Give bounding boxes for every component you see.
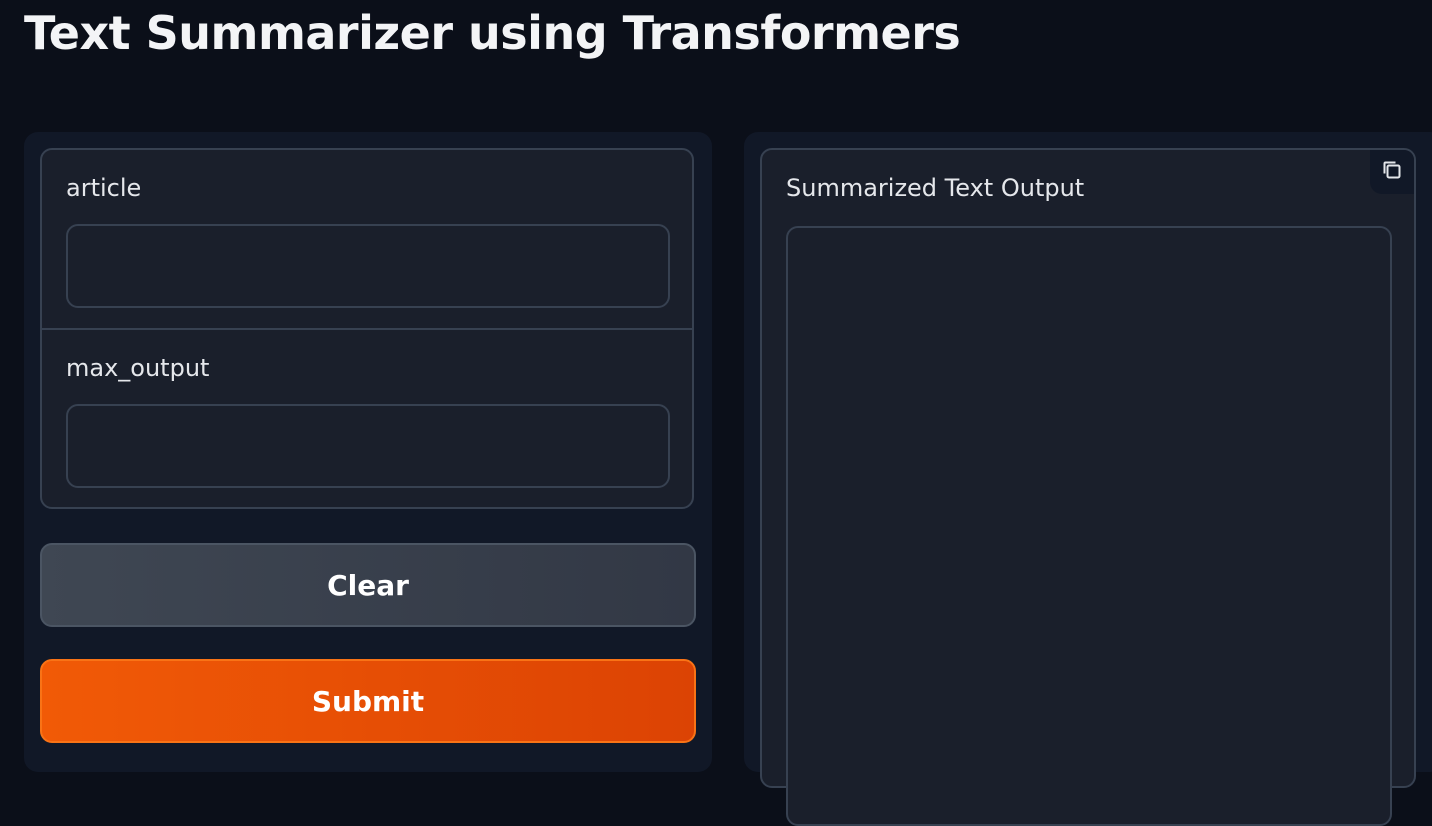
submit-button[interactable]: Submit (40, 659, 696, 743)
output-form-group: Summarized Text Output (760, 148, 1416, 826)
max-output-input[interactable] (66, 404, 670, 488)
article-label: article (66, 174, 142, 202)
max-output-field-block: max_output (42, 330, 692, 507)
output-panel: Summarized Text Output (744, 132, 1432, 826)
submit-button-label: Submit (311, 684, 425, 718)
copy-icon (1381, 159, 1403, 185)
page-title: Text Summarizer using Transformers (24, 6, 961, 60)
summary-output-textbox[interactable] (786, 226, 1392, 826)
output-label: Summarized Text Output (786, 174, 1085, 202)
input-panel: article max_output Clear Submit (24, 132, 712, 772)
input-form-group: article max_output (40, 148, 694, 509)
clear-button[interactable]: Clear (40, 543, 696, 627)
copy-button[interactable] (1370, 150, 1414, 194)
article-field-block: article (42, 150, 692, 330)
article-input[interactable] (66, 224, 670, 308)
max-output-label: max_output (66, 354, 210, 382)
clear-button-label: Clear (327, 568, 409, 602)
